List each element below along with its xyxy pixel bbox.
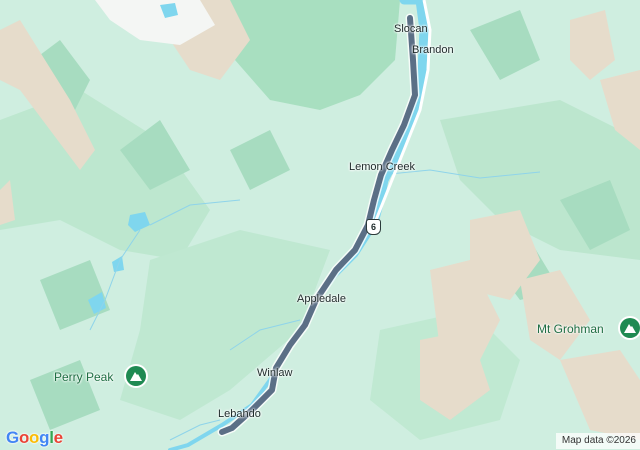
peak-label-perry-peak[interactable]: Perry Peak: [54, 370, 113, 384]
logo-letter: g: [39, 428, 50, 447]
place-label-appledale[interactable]: Appledale: [297, 293, 346, 305]
map-canvas[interactable]: Slocan Brandon Lemon Creek Appledale Win…: [0, 0, 640, 450]
place-label-slocan[interactable]: Slocan: [394, 23, 428, 35]
mountain-glyph: [624, 324, 636, 333]
peak-label-mt-grohman[interactable]: Mt Grohman: [537, 322, 604, 336]
mountain-icon[interactable]: [126, 366, 146, 386]
map-attribution[interactable]: Map data ©2026: [555, 433, 640, 449]
mountain-icon[interactable]: [620, 318, 640, 338]
place-label-winlaw[interactable]: Winlaw: [257, 367, 292, 379]
logo-letter: e: [53, 428, 63, 447]
place-label-brandon[interactable]: Brandon: [412, 44, 454, 56]
place-label-lemon-creek[interactable]: Lemon Creek: [349, 161, 415, 173]
logo-letter: G: [6, 428, 19, 447]
logo-letter: o: [18, 428, 30, 447]
place-label-lebahdo[interactable]: Lebahdo: [218, 408, 261, 420]
mountain-glyph: [130, 372, 142, 381]
google-logo[interactable]: Google: [6, 428, 63, 448]
logo-letter: o: [29, 428, 40, 447]
highway-6-shield: 6: [366, 219, 381, 235]
